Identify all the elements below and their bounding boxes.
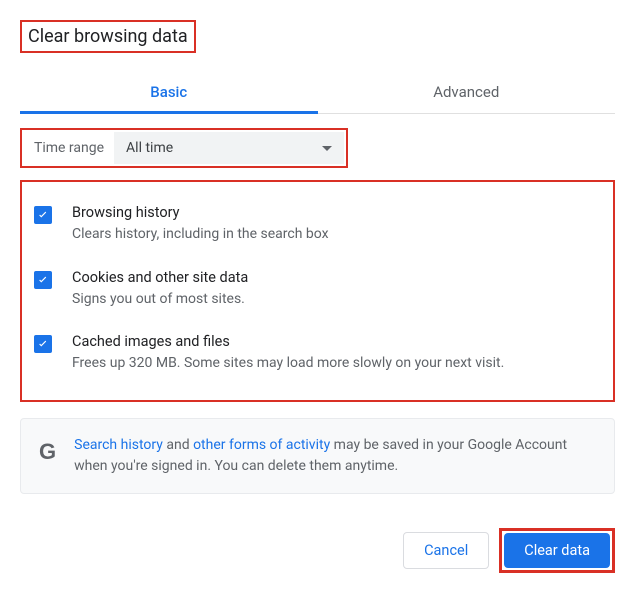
- other-activity-link[interactable]: other forms of activity: [193, 437, 330, 453]
- checkbox-cookies[interactable]: [34, 271, 52, 289]
- option-desc: Signs you out of most sites.: [72, 290, 601, 310]
- option-title: Cached images and files: [72, 333, 601, 350]
- time-range-select[interactable]: All time: [114, 132, 344, 164]
- options-list: Browsing history Clears history, includi…: [20, 180, 615, 402]
- chevron-down-icon: [322, 146, 332, 151]
- tab-basic[interactable]: Basic: [20, 71, 318, 113]
- check-icon: [36, 208, 50, 222]
- option-text: Browsing history Clears history, includi…: [72, 204, 601, 245]
- option-text: Cookies and other site data Signs you ou…: [72, 269, 601, 310]
- option-text: Cached images and files Frees up 320 MB.…: [72, 333, 601, 374]
- option-title: Browsing history: [72, 204, 601, 221]
- dialog-title: Clear browsing data: [20, 20, 196, 53]
- google-account-info: G Search history and other forms of acti…: [20, 418, 615, 494]
- time-range-value: All time: [126, 140, 173, 156]
- cancel-button[interactable]: Cancel: [403, 532, 489, 569]
- dialog-footer: Cancel Clear data: [403, 528, 615, 573]
- clear-browsing-data-dialog: Clear browsing data Basic Advanced Time …: [0, 0, 635, 494]
- search-history-link[interactable]: Search history: [74, 437, 163, 453]
- clear-data-button[interactable]: Clear data: [504, 533, 610, 568]
- info-text-part: and: [163, 437, 193, 453]
- option-desc: Frees up 320 MB. Some sites may load mor…: [72, 354, 601, 374]
- time-range-label: Time range: [24, 132, 114, 164]
- option-title: Cookies and other site data: [72, 269, 601, 286]
- tabs: Basic Advanced: [20, 71, 615, 114]
- checkbox-browsing-history[interactable]: [34, 206, 52, 224]
- checkbox-cached[interactable]: [34, 335, 52, 353]
- option-browsing-history: Browsing history Clears history, includi…: [30, 192, 605, 257]
- option-cached: Cached images and files Frees up 320 MB.…: [30, 321, 605, 386]
- google-logo-icon: G: [39, 439, 56, 465]
- check-icon: [36, 273, 50, 287]
- check-icon: [36, 337, 50, 351]
- info-text: Search history and other forms of activi…: [74, 435, 596, 477]
- option-desc: Clears history, including in the search …: [72, 225, 601, 245]
- option-cookies: Cookies and other site data Signs you ou…: [30, 257, 605, 322]
- time-range-row: Time range All time: [20, 128, 348, 168]
- tab-advanced[interactable]: Advanced: [318, 71, 616, 113]
- clear-data-highlight: Clear data: [499, 528, 615, 573]
